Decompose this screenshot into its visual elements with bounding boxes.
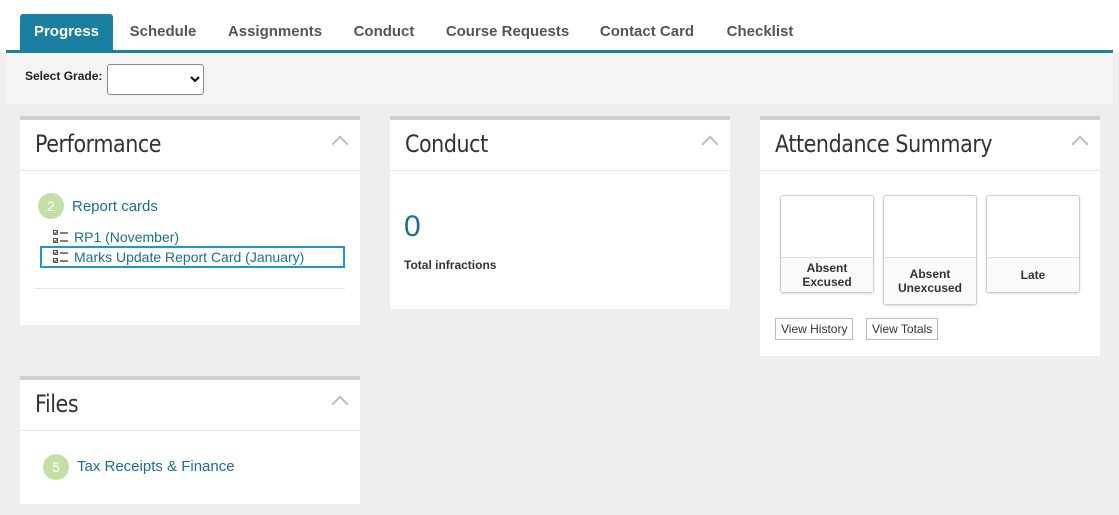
late-card[interactable]: Late [986,195,1080,293]
grade-label: Select Grade: [25,69,103,83]
view-totals-button[interactable]: View Totals [866,318,939,340]
infraction-count: 0 [404,210,421,243]
late-label: Late [987,257,1079,292]
tab-progress[interactable]: Progress [20,14,113,50]
grade-select[interactable] [107,64,204,95]
report-count-badge: 2 [38,193,64,219]
divider [20,430,360,431]
files-title: Files [35,390,79,418]
files-panel: Files 5 Tax Receipts & Finance [20,376,360,504]
divider [390,170,730,171]
tab-course-requests[interactable]: Course Requests [440,14,575,50]
tab-checklist[interactable]: Checklist [719,14,801,50]
files-count-badge: 5 [43,454,69,480]
divider [760,170,1100,171]
tab-conduct[interactable]: Conduct [346,14,422,50]
infraction-caption: Total infractions [404,258,497,272]
view-history-button[interactable]: View History [775,318,854,340]
absent-excused-card[interactable]: Absent Excused [780,195,874,293]
attendance-title: Attendance Summary [775,130,993,158]
report-link-rp1[interactable]: RP1 (November) [74,229,179,245]
divider [20,170,360,171]
absent-excused-label: Absent Excused [781,257,873,292]
chevron-up-icon[interactable] [331,135,349,153]
attendance-panel: Attendance Summary Absent Excused Absent… [760,116,1100,356]
grade-bar: Select Grade: [6,53,1113,104]
tab-bar: Progress Schedule Assignments Conduct Co… [0,0,1119,53]
checklist-icon [53,230,68,243]
absent-unexcused-card[interactable]: Absent Unexcused [883,195,977,305]
tab-contact-card[interactable]: Contact Card [592,14,702,50]
performance-panel: Performance 2 Report cards RP1 (November… [20,116,360,325]
chevron-up-icon[interactable] [701,135,719,153]
conduct-panel: Conduct 0 Total infractions [390,116,730,309]
absent-unexcused-label: Absent Unexcused [884,257,976,304]
performance-title: Performance [35,130,162,158]
tax-receipts-link[interactable]: Tax Receipts & Finance [77,458,235,475]
focus-outline [40,246,345,268]
tab-assignments[interactable]: Assignments [222,14,328,50]
chevron-up-icon[interactable] [1071,135,1089,153]
chevron-up-icon[interactable] [331,395,349,413]
report-cards-link[interactable]: Report cards [72,198,158,215]
conduct-title: Conduct [405,130,488,158]
tab-schedule[interactable]: Schedule [121,14,205,50]
divider [35,288,345,289]
